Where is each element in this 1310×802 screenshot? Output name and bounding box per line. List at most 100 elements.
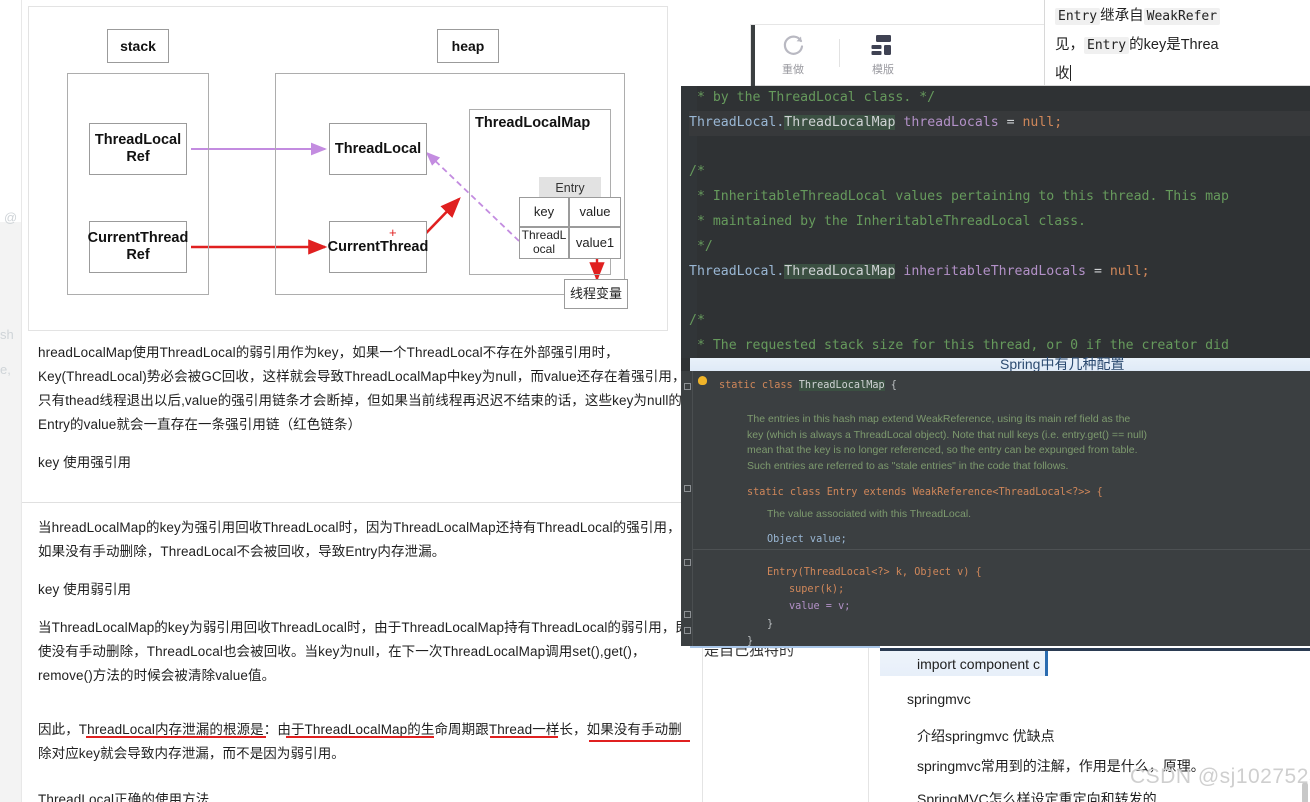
heading-key-weak-ref: key 使用弱引用 xyxy=(38,582,132,597)
code1-comment-0: * by the ThreadLocal class. */ xyxy=(689,90,936,105)
code2-field-value-text: Object value; xyxy=(767,533,847,545)
diagram-threadlocal-box: ThreadLocal xyxy=(329,123,427,175)
editor-line-3: 收 xyxy=(1055,60,1310,85)
code-fold-icon[interactable] xyxy=(684,383,691,390)
diagram-threadlocal-ref-text: ThreadLocal Ref xyxy=(94,132,182,165)
code1-null-7: null xyxy=(1109,263,1142,279)
code1-line-3: /* xyxy=(689,160,1310,185)
diagram-entry-cell-value: value1 xyxy=(569,227,621,259)
diagram-entry-col-key: key xyxy=(519,197,569,227)
code2-lines: static class ThreadLocalMap { The entrie… xyxy=(701,377,1301,646)
diagram-stack-label: stack xyxy=(107,29,169,63)
outline-item-springmvc[interactable]: springmvc xyxy=(907,691,971,707)
diagram-currentthread-ref-box: CurrentThread Ref xyxy=(87,221,189,273)
editor-line-1-mid: 继承自 xyxy=(1100,8,1144,24)
diagram-entry-header: Entry xyxy=(539,177,601,199)
code1-semi-7: ; xyxy=(1141,263,1150,279)
annotation-underline-1 xyxy=(86,736,266,738)
paragraph-1-text: hreadLocalMap使用ThreadLocal的弱引用作为key，如果一个… xyxy=(38,345,686,432)
editor-line-2-chip: Entry xyxy=(1084,37,1130,54)
code1-line-1: ThreadLocal.ThreadLocalMap threadLocals … xyxy=(689,110,1310,136)
diagram-entry-col-value: value xyxy=(569,197,621,227)
code1-semi-1: ; xyxy=(1054,114,1063,130)
bg-fragment-0: @ xyxy=(4,210,18,225)
code1-line-0: * by the ThreadLocal class. */ xyxy=(689,86,1310,111)
text-caret xyxy=(1069,65,1071,81)
redo-icon xyxy=(761,31,825,59)
diagram-entry-cell-key-text: ThreadL ocal xyxy=(521,228,567,256)
redo-button[interactable]: 重做 xyxy=(761,31,825,77)
code-fold-icon[interactable] xyxy=(684,627,691,634)
annotation-underline-2 xyxy=(286,736,434,738)
code1-comment-4: * InheritableThreadLocal values pertaini… xyxy=(689,189,1229,205)
right-editor-panel[interactable]: Entry 继承自 WeakRefer 见， Entry 的key是Threa 收 xyxy=(1044,0,1310,86)
redo-label: 重做 xyxy=(782,64,804,76)
paragraph-4: 因此，ThreadLocal内存泄漏的根源是：由于ThreadLocalMap的… xyxy=(38,718,712,766)
code-editor-panel-threadlocalmap[interactable]: static class ThreadLocalMap { The entrie… xyxy=(681,371,1310,646)
paragraph-3: 当ThreadLocalMap的key为弱引用回收ThreadLocal时，由于… xyxy=(38,620,690,683)
code1-line-6: */ xyxy=(689,235,1310,260)
code1-null-1: null xyxy=(1022,114,1055,130)
code1-comment-6: */ xyxy=(689,238,713,254)
code1-eq-1: = xyxy=(1006,114,1023,130)
code1-qualifier-1: ThreadLocal. xyxy=(689,114,785,130)
diagram-threadlocal-ref-box: ThreadLocal Ref xyxy=(89,123,187,175)
paragraph-4-text: 因此，ThreadLocal内存泄漏的根源是：由于ThreadLocalMap的… xyxy=(38,722,682,761)
code1-comment-5: * maintained by the InheritableThreadLoc… xyxy=(689,213,1086,229)
editor-line-2: 见， Entry 的key是Threa xyxy=(1055,31,1310,60)
toolbar-left-edge xyxy=(751,25,755,87)
bg-fragment-1: sh xyxy=(0,327,14,342)
paragraph-1: hreadLocalMap使用ThreadLocal的弱引用作为key，如果一个… xyxy=(38,341,694,437)
code2-ctor-super: super(k); xyxy=(789,581,1301,598)
diagram-threadlocalmap-title: ThreadLocalMap xyxy=(475,115,591,131)
editor-line-1-chip2: WeakRefer xyxy=(1143,8,1221,25)
outline-item-redirect[interactable]: SpringMVC怎么样设定重定向和转发的 xyxy=(917,789,1157,802)
code2-field-value: Object value; xyxy=(767,531,1301,548)
background-left-white xyxy=(0,0,21,222)
code1-line-4: * InheritableThreadLocal values pertaini… xyxy=(689,185,1310,210)
fragment-panel: 是自己独特的 xyxy=(690,646,880,802)
code-fold-icon[interactable] xyxy=(684,485,691,492)
editor-line-3-text: 收 xyxy=(1055,66,1070,82)
outline-item-import[interactable]: import component c xyxy=(917,656,1040,672)
code-editor-panel-thread-fields[interactable]: * by the ThreadLocal class. */ ThreadLoc… xyxy=(681,86,1310,364)
outline-highlight-caret-split xyxy=(1045,651,1310,676)
diagram-thread-variable-box: 线程变量 xyxy=(564,279,628,309)
code2-ctor-assign: value = v; xyxy=(789,598,1301,615)
code2-signature-brace: { xyxy=(884,380,897,391)
watermark: CSDN @sj1027523 xyxy=(1130,765,1310,788)
code1-field-7: inheritableThreadLocals xyxy=(895,263,1094,279)
bg-fragment-2: e, xyxy=(0,362,11,377)
outline-item-intro[interactable]: 介绍springmvc 优缺点 xyxy=(917,726,1055,746)
code2-signature-kw: static class xyxy=(719,380,799,391)
code2-signature: static class ThreadLocalMap { xyxy=(719,377,1301,394)
code2-brace-2: } xyxy=(747,635,754,646)
editor-toolbar: 重做 模版 10/100 保存草稿 xyxy=(750,24,1045,87)
code2-entry-doc: The value associated with this ThreadLoc… xyxy=(767,508,972,521)
template-button[interactable]: 模版 xyxy=(851,31,915,77)
code2-ctor-text: Entry(ThreadLocal<?> k, Object v) { xyxy=(767,567,982,579)
code1-line-5: * maintained by the InheritableThreadLoc… xyxy=(689,210,1310,235)
code2-gutter xyxy=(681,371,693,646)
code1-line-7: ThreadLocal.ThreadLocalMap inheritableTh… xyxy=(689,260,1310,285)
background-left-column: @ sh e, xyxy=(0,0,22,802)
diagram-currentthread-box: CurrentThread xyxy=(328,221,428,273)
code1-field-1: threadLocals xyxy=(895,114,1007,130)
diagram-currentthread-ref-text: CurrentThread Ref xyxy=(87,230,189,263)
diagram-plus-mark: + xyxy=(389,225,397,240)
selection-strip-left-cap xyxy=(681,358,690,371)
article-document: stack heap ThreadLocal Ref CurrentThread R… xyxy=(22,0,712,802)
code2-signature-name: ThreadLocalMap xyxy=(798,380,885,391)
toolbar-divider xyxy=(839,39,840,67)
threadlocal-memory-diagram: stack heap ThreadLocal Ref CurrentThread R… xyxy=(28,6,668,331)
editor-line-1-chip: Entry xyxy=(1055,8,1101,25)
editor-line-2-pre: 见， xyxy=(1055,37,1084,53)
code1-comment-9: /* xyxy=(689,313,705,329)
code1-qualifier-7: ThreadLocal. xyxy=(689,263,785,279)
editor-line-1: Entry 继承自 WeakRefer xyxy=(1055,2,1310,31)
code2-javadoc: The entries in this hash map extend Weak… xyxy=(747,413,1147,472)
code-fold-icon[interactable] xyxy=(684,611,691,618)
diagram-entry-cell-key: ThreadL ocal xyxy=(519,227,569,259)
code-fold-icon[interactable] xyxy=(684,559,691,566)
code1-innerclass-7: ThreadLocalMap xyxy=(784,263,896,279)
